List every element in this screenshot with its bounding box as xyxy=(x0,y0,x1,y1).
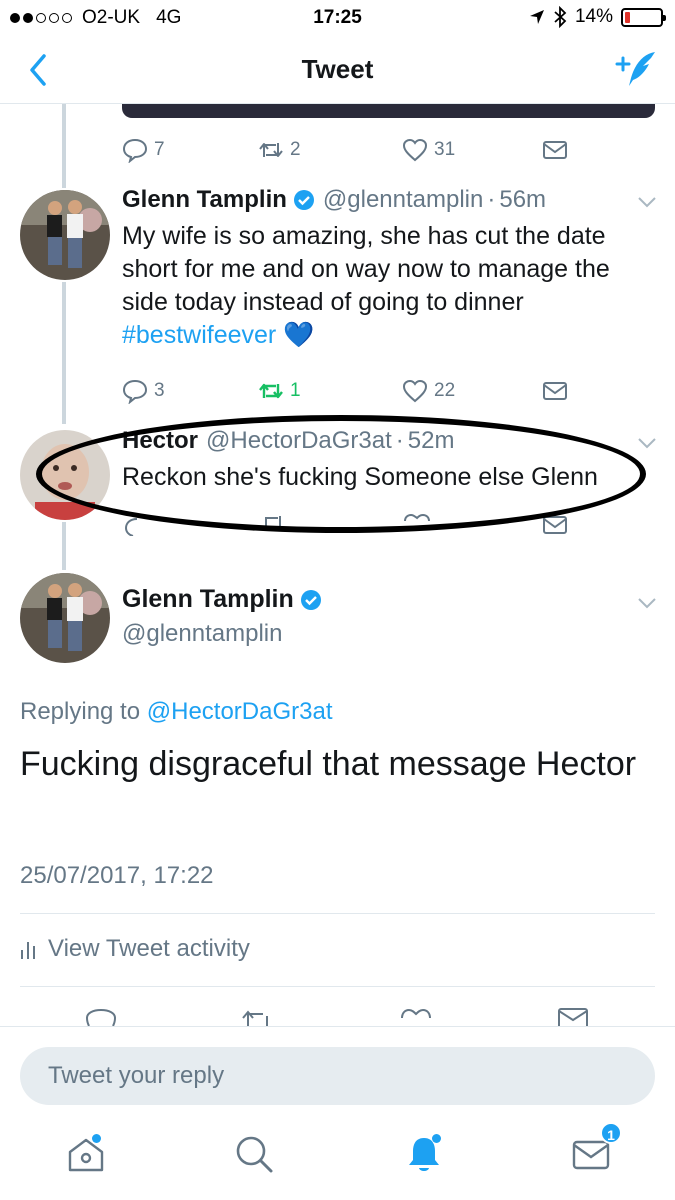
like-count: 22 xyxy=(434,380,456,401)
tweet-age: 56m xyxy=(499,186,547,213)
dm-share-action[interactable] xyxy=(542,378,568,404)
tweet-body: My wife is so amazing, she has cut the d… xyxy=(122,222,610,316)
dm-share-action[interactable] xyxy=(542,137,568,163)
bluetooth-icon xyxy=(554,6,567,28)
retweet-count: 2 xyxy=(290,139,301,160)
heart-icon xyxy=(402,138,428,162)
blue-heart-emoji: 💙 xyxy=(283,321,315,349)
page-title: Tweet xyxy=(301,54,374,84)
tab-messages[interactable]: 1 xyxy=(570,1122,622,1176)
replying-label: Replying to xyxy=(20,698,141,725)
profile-photo xyxy=(20,573,110,663)
home-icon xyxy=(68,1138,104,1172)
thread-line xyxy=(62,522,66,570)
retweet-action[interactable]: 1 xyxy=(258,378,301,404)
battery-percent: 14% xyxy=(574,6,613,27)
author-handle[interactable]: @glenntamplin xyxy=(323,186,483,214)
reply-input[interactable] xyxy=(20,1047,655,1105)
nav-bar: Tweet xyxy=(0,36,675,104)
previous-tweet-media[interactable] xyxy=(122,104,655,118)
battery-icon xyxy=(621,7,666,27)
verified-badge-icon xyxy=(300,589,321,610)
bar-chart-icon xyxy=(21,942,35,959)
author-handle[interactable]: @glenntamplin xyxy=(122,620,282,648)
unread-dot xyxy=(92,1134,101,1143)
chevron-down-icon[interactable] xyxy=(637,596,657,610)
reply-action[interactable]: 7 xyxy=(122,137,165,163)
avatar[interactable] xyxy=(20,190,110,280)
retweet-icon xyxy=(259,143,283,157)
envelope-icon xyxy=(543,382,567,400)
like-count: 31 xyxy=(434,139,456,160)
replying-to-link[interactable]: @HectorDaGr3at xyxy=(147,698,333,725)
tab-bar: 1 xyxy=(0,1110,675,1200)
author-name[interactable]: Glenn Tamplin xyxy=(122,585,294,614)
envelope-icon xyxy=(543,141,567,159)
messages-badge: 1 xyxy=(600,1122,622,1144)
replying-to: Replying to @HectorDaGr3at xyxy=(20,698,333,726)
reply-icon xyxy=(122,138,148,163)
avatar[interactable] xyxy=(20,573,110,663)
profile-photo xyxy=(20,190,110,280)
retweet-icon xyxy=(259,383,283,399)
tab-search[interactable] xyxy=(232,1132,276,1176)
reply-count: 7 xyxy=(154,139,165,160)
tweet-text: My wife is so amazing, she has cut the d… xyxy=(122,220,652,352)
dot-separator: · xyxy=(487,186,496,213)
verified-badge-icon xyxy=(293,190,314,210)
tab-home[interactable] xyxy=(64,1132,108,1176)
compose-tweet-icon[interactable] xyxy=(613,48,659,88)
hashtag-link[interactable]: #bestwifeever xyxy=(122,321,276,349)
reply-count: 3 xyxy=(154,380,165,401)
unread-dot xyxy=(432,1134,441,1143)
chevron-down-icon[interactable] xyxy=(637,436,657,450)
divider xyxy=(20,986,655,987)
like-action[interactable]: 22 xyxy=(402,378,455,404)
tab-notifications[interactable] xyxy=(402,1132,446,1176)
divider xyxy=(20,913,655,914)
status-bar: O2-UK 4G 17:25 14% xyxy=(0,0,675,36)
author-name[interactable]: Glenn Tamplin xyxy=(122,186,287,214)
tweet-timestamp: 25/07/2017, 17:22 xyxy=(20,862,214,889)
status-right: 14% xyxy=(529,6,666,28)
tweet-header: Glenn Tamplin @glenntamplin · 56m xyxy=(122,186,546,214)
reply-icon[interactable] xyxy=(85,1006,117,1026)
activity-label: View Tweet activity xyxy=(48,935,250,962)
reply-action[interactable]: 3 xyxy=(122,378,165,404)
hand-drawn-ellipse-annotation xyxy=(36,415,646,533)
reply-icon xyxy=(122,379,148,404)
retweet-count: 1 xyxy=(290,380,301,401)
retweet-icon[interactable] xyxy=(241,1008,273,1026)
retweet-action[interactable]: 2 xyxy=(258,137,301,163)
envelope-icon[interactable] xyxy=(557,1006,589,1026)
view-tweet-activity[interactable]: View Tweet activity xyxy=(20,935,250,963)
search-icon xyxy=(236,1136,273,1173)
main-tweet-text: Fucking disgraceful that message Hector xyxy=(20,745,637,783)
main-author: Glenn Tamplin xyxy=(122,585,322,614)
heart-icon xyxy=(402,379,428,403)
thread-line xyxy=(62,104,66,188)
thread-line xyxy=(62,282,66,424)
chevron-down-icon[interactable] xyxy=(637,195,657,209)
heart-icon[interactable] xyxy=(400,1006,432,1026)
location-arrow-icon xyxy=(529,10,544,24)
like-action[interactable]: 31 xyxy=(402,137,455,163)
